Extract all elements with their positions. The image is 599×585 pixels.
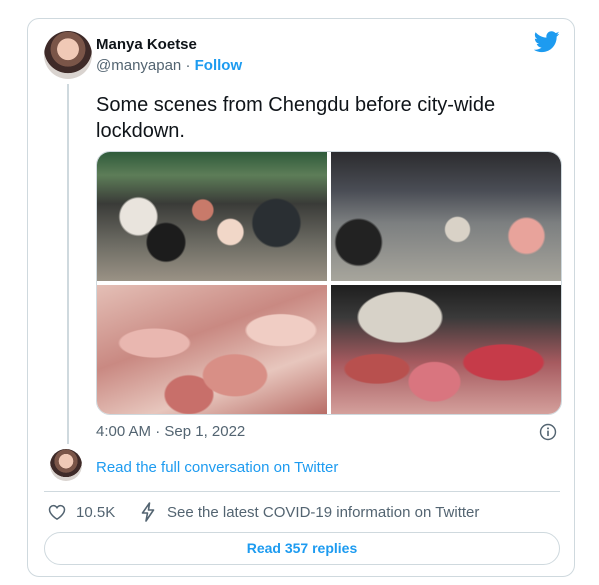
author-name[interactable]: Manya Koetse (96, 36, 197, 53)
covid-info-link[interactable]: See the latest COVID-19 information on T… (167, 504, 479, 521)
thread-line (67, 84, 69, 444)
photo-supermarket-shoppers[interactable] (331, 152, 561, 281)
separator-dot: · (185, 57, 191, 74)
photo-pork-meat[interactable] (97, 285, 327, 414)
read-conversation-link[interactable]: Read the full conversation on Twitter (96, 459, 338, 476)
read-replies-button[interactable]: Read 357 replies (44, 532, 560, 565)
author-avatar[interactable] (44, 31, 92, 79)
heart-icon[interactable] (48, 503, 66, 521)
author-handle-row: @manyapan · Follow (96, 57, 242, 74)
tweet-timestamp[interactable]: 4:00 AM · Sep 1, 2022 (96, 423, 245, 440)
bolt-icon (141, 502, 155, 522)
media-grid[interactable] (96, 151, 562, 415)
photo-crowded-market[interactable] (97, 152, 327, 281)
tweet-text: Some scenes from Chengdu before city-wid… (96, 94, 496, 142)
photo-car-trunk-groceries[interactable] (331, 285, 561, 414)
divider (44, 491, 560, 492)
author-handle[interactable]: @manyapan (96, 57, 181, 74)
follow-button[interactable]: Follow (195, 57, 243, 74)
twitter-bird-icon[interactable] (534, 31, 560, 53)
like-count[interactable]: 10.5K (76, 504, 115, 521)
reply-avatar (50, 449, 82, 481)
info-icon[interactable] (539, 423, 557, 441)
